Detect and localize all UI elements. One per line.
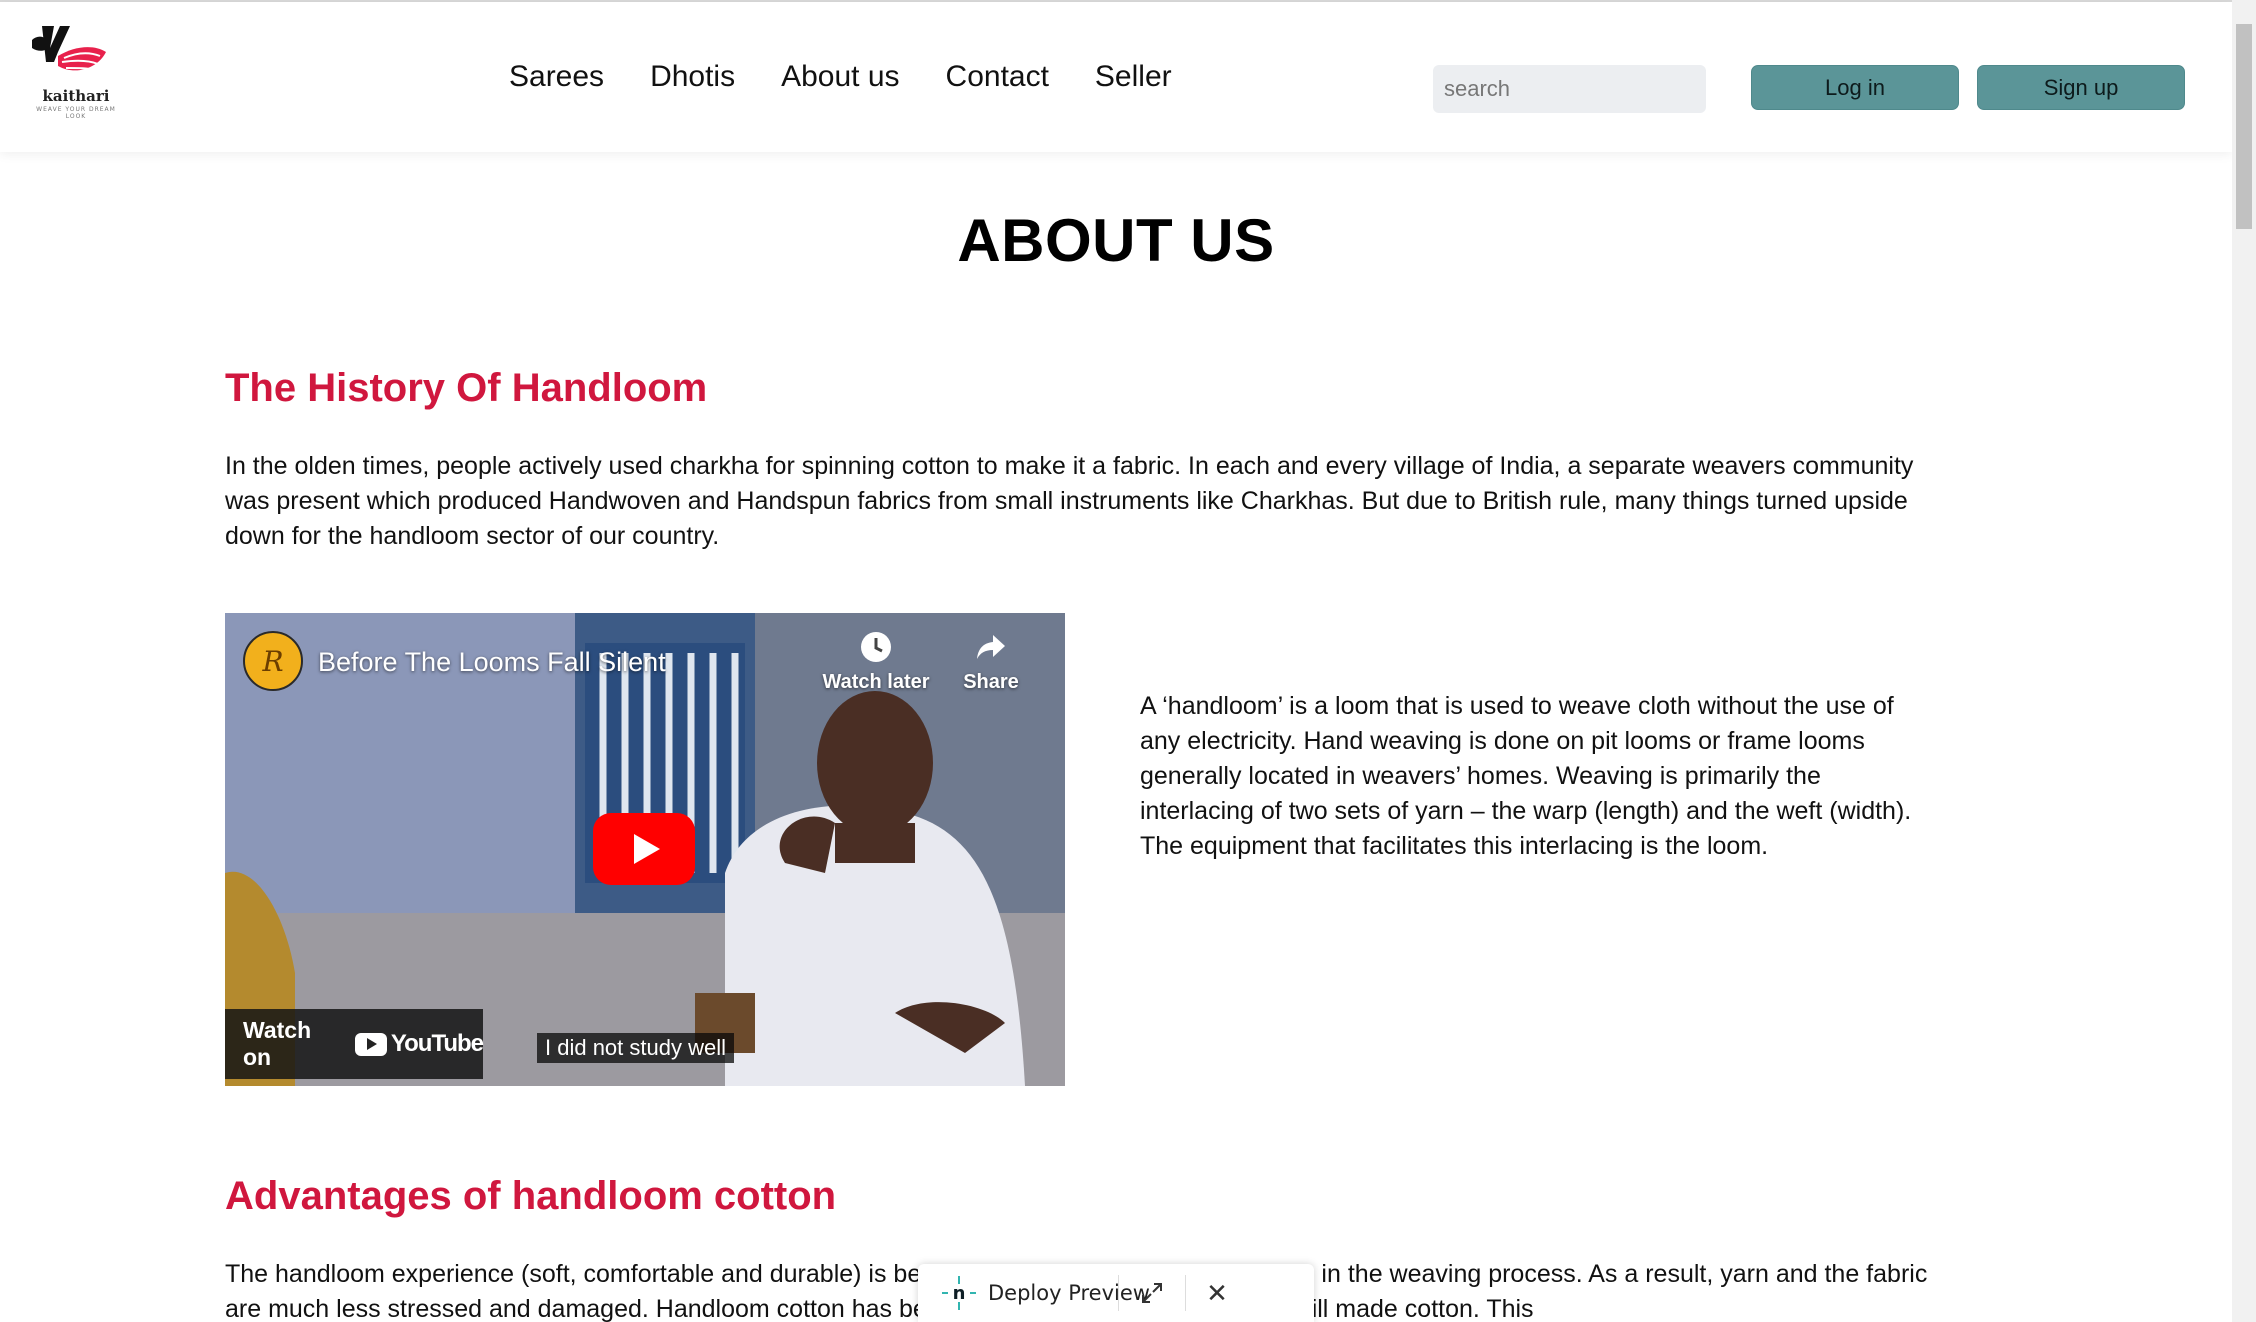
brand-tagline: WEAVE YOUR DREAM LOOK	[36, 106, 116, 120]
login-button[interactable]: Log in	[1751, 65, 1959, 110]
youtube-play-icon	[354, 1032, 387, 1056]
signup-button[interactable]: Sign up	[1977, 65, 2185, 110]
nav-dhotis[interactable]: Dhotis	[650, 60, 735, 94]
close-icon: ✕	[1206, 1277, 1228, 1308]
brand-name: kaithari	[42, 87, 110, 105]
watch-later-button[interactable]: Watch later	[821, 631, 931, 694]
nav-contact[interactable]: Contact	[946, 60, 1049, 94]
video-caption: I did not study well	[537, 1033, 734, 1063]
scrollbar-thumb[interactable]	[2236, 24, 2252, 229]
share-label: Share	[963, 671, 1019, 693]
section-title-history: The History Of Handloom	[225, 366, 708, 410]
nav-about-us[interactable]: About us	[781, 60, 899, 94]
share-arrow-icon	[977, 635, 1005, 659]
nav-sarees[interactable]: Sarees	[509, 60, 604, 94]
kaithari-logo-icon	[32, 26, 106, 71]
history-paragraph: In the olden times, people actively used…	[225, 452, 1914, 550]
page-title: ABOUT US	[957, 207, 1275, 274]
deploy-preview-bar: n Deploy Preview ✕	[918, 1264, 1314, 1322]
brand-logo[interactable]: kaithari WEAVE YOUR DREAM LOOK	[28, 22, 124, 120]
expand-button[interactable]	[1119, 1264, 1185, 1322]
deploy-preview-label[interactable]: Deploy Preview	[988, 1281, 1150, 1305]
clock-icon	[861, 632, 891, 662]
channel-avatar[interactable]: R	[243, 631, 303, 691]
close-button[interactable]: ✕	[1186, 1264, 1248, 1322]
play-icon	[634, 834, 660, 864]
search-input[interactable]	[1433, 65, 1706, 113]
handloom-definition-paragraph: A ‘handloom’ is a loom that is used to w…	[1140, 692, 1912, 860]
nav-seller[interactable]: Seller	[1095, 60, 1172, 94]
video-title[interactable]: Before The Looms Fall Silent	[318, 647, 666, 678]
play-button[interactable]	[593, 813, 695, 885]
section-title-advantages: Advantages of handloom cotton	[225, 1174, 837, 1218]
svg-text:n: n	[953, 1283, 966, 1304]
youtube-wordmark: YouTube	[390, 1030, 484, 1057]
netlify-logo-icon: n	[940, 1274, 978, 1312]
share-button[interactable]: Share	[941, 631, 1041, 694]
watch-on-youtube-button[interactable]: Watch on YouTube	[225, 1009, 484, 1079]
youtube-logo: YouTube	[354, 1030, 484, 1058]
main-nav: Sarees Dhotis About us Contact Seller	[509, 60, 1218, 94]
watch-later-label: Watch later	[822, 671, 930, 693]
youtube-video-embed[interactable]: R Before The Looms Fall Silent Watch lat…	[225, 613, 1065, 1086]
watch-on-label: Watch on	[243, 1017, 312, 1070]
expand-icon	[1142, 1283, 1162, 1303]
navbar: kaithari WEAVE YOUR DREAM LOOK Sarees Dh…	[0, 2, 2232, 152]
